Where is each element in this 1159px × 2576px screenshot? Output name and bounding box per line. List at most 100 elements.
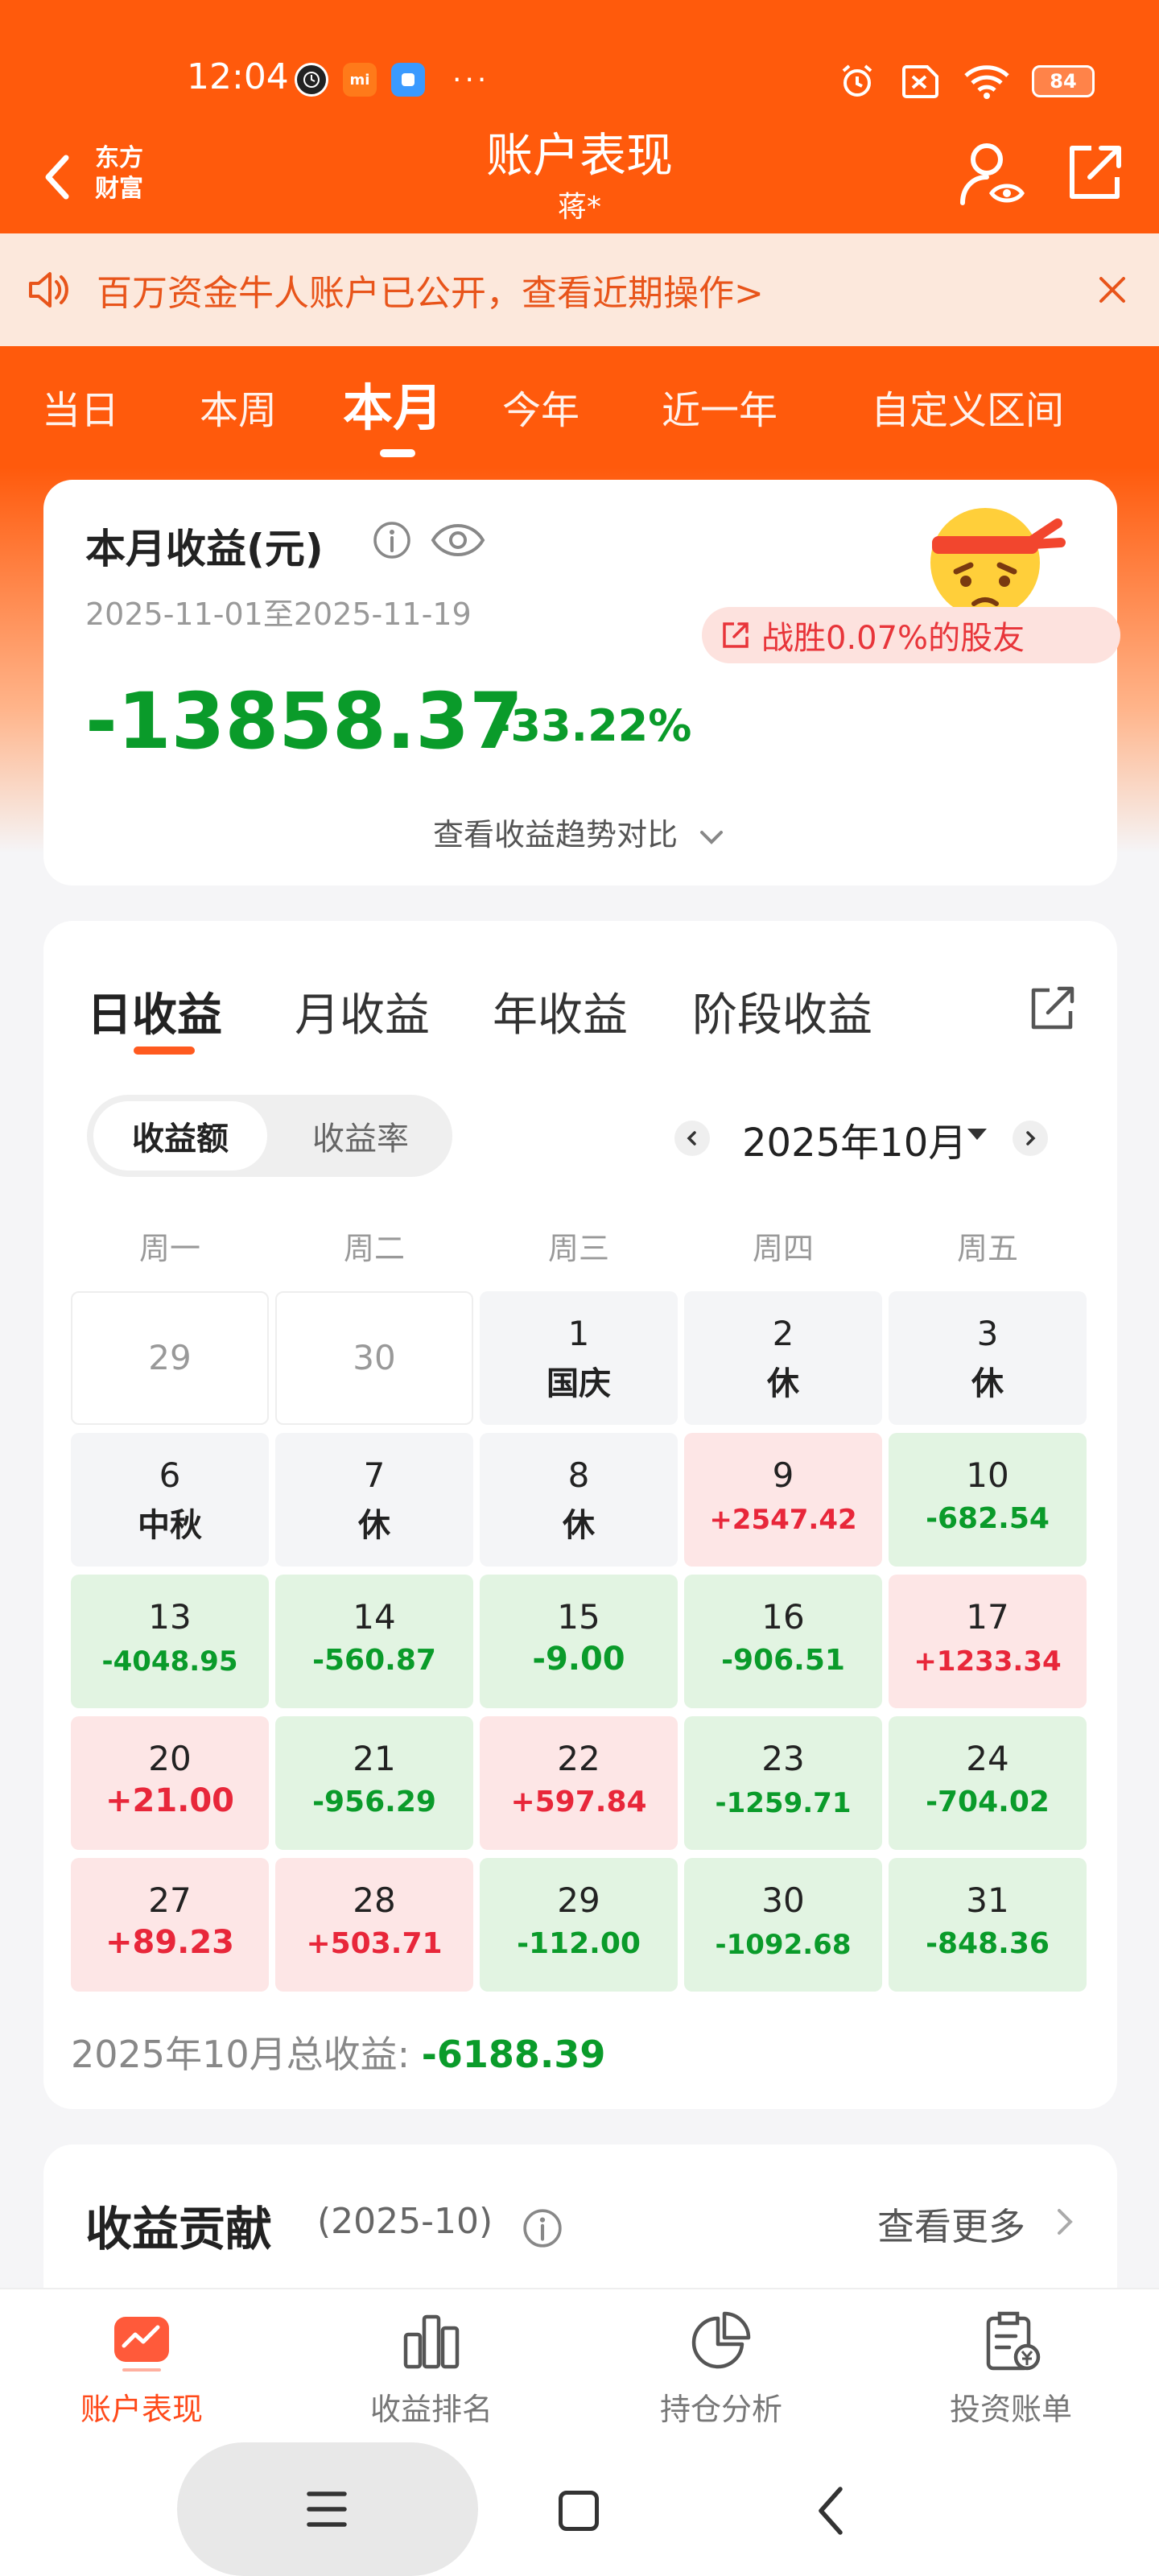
calendar-day-number: 7 (363, 1455, 386, 1495)
menu-icon[interactable] (304, 2487, 349, 2531)
share-icon[interactable] (1062, 140, 1127, 204)
nav-profit-ranking[interactable]: 收益排名 (327, 2307, 536, 2429)
calendar-day-number: 21 (353, 1739, 396, 1778)
caret-down-icon[interactable] (967, 1129, 987, 1140)
nav-label-position-analysis: 持仓分析 (659, 2392, 782, 2427)
nav-account-performance[interactable]: 账户表现 (37, 2307, 246, 2429)
calendar-day-value: 休 (767, 1365, 799, 1402)
share-small-icon (723, 622, 749, 648)
calendar-day-value: +503.71 (306, 1927, 443, 1960)
tab-today[interactable]: 当日 (42, 378, 119, 435)
tab-monthly-profit[interactable]: 月收益 (295, 979, 430, 1044)
status-right-icons: 84 (837, 61, 1095, 101)
home-icon[interactable] (559, 2491, 599, 2531)
eye-icon[interactable] (430, 518, 486, 562)
chevron-left-icon (687, 1131, 696, 1146)
calendar-day-cell[interactable]: 6 中秋 (71, 1433, 269, 1567)
info-icon[interactable] (522, 2207, 563, 2249)
nav-investment-statement[interactable]: 投资账单 (906, 2307, 1116, 2429)
calendar-day-number: 22 (557, 1739, 600, 1778)
compare-trend-label: 查看收益趋势对比 (432, 817, 678, 852)
month-selector[interactable]: 2025年10月 (742, 1111, 967, 1167)
calendar-day-cell[interactable]: 2休 (684, 1291, 882, 1425)
calendar-day-cell[interactable]: 16 -906.51 (684, 1575, 882, 1708)
tab-this-week[interactable]: 本周 (200, 378, 277, 435)
tab-this-year[interactable]: 今年 (502, 378, 580, 435)
notice-banner[interactable]: 百万资金牛人账户已公开，查看近期操作> (0, 233, 1159, 346)
wifi-icon (964, 65, 1009, 99)
calendar-day-cell[interactable]: 10 -682.54 (889, 1433, 1087, 1567)
calendar-day-cell[interactable]: 23 -1259.71 (684, 1716, 882, 1850)
prev-month-button[interactable] (674, 1121, 710, 1156)
calendar-day-cell[interactable]: 28 +503.71 (275, 1858, 473, 1992)
monthly-total-value: -6188.39 (421, 2033, 606, 2076)
calendar-day-cell[interactable]: 21 -956.29 (275, 1716, 473, 1850)
calendar-day-value: +2547.42 (709, 1504, 857, 1536)
calendar-day-cell[interactable]: 30 -1092.68 (684, 1858, 882, 1992)
calendar-day-cell[interactable]: 20 +21.00 (71, 1716, 269, 1850)
system-navigation-bar (0, 2442, 1159, 2576)
user-view-icon[interactable] (956, 137, 1029, 209)
calendar-day-number: 28 (353, 1880, 396, 1920)
calendar-day-value: -560.87 (312, 1644, 436, 1677)
no-sim-icon (902, 65, 938, 98)
calendar-day-value: -9.00 (532, 1641, 625, 1678)
status-time: 12:04 (187, 56, 289, 97)
calendar-day-cell[interactable]: 15 -9.00 (480, 1575, 678, 1708)
calendar-day-number: 30 (353, 1338, 396, 1377)
rank-badge[interactable]: 战胜0.07%的股友 (702, 607, 1120, 663)
blue-app-icon (391, 63, 425, 97)
contribution-period: (2025-10) (317, 2201, 493, 2242)
calendar-day-cell[interactable]: 24 -704.02 (889, 1716, 1087, 1850)
tab-daily-profit[interactable]: 日收益 (87, 979, 222, 1044)
alarm-icon (842, 64, 872, 97)
performance-chart-icon (114, 2317, 169, 2372)
close-icon[interactable] (1088, 266, 1136, 314)
tab-custom-range[interactable]: 自定义区间 (871, 378, 1064, 435)
calendar-day-cell[interactable]: 7休 (275, 1433, 473, 1567)
calendar-day-value: -1259.71 (715, 1787, 852, 1819)
calendar-day-cell[interactable]: 13 -4048.95 (71, 1575, 269, 1708)
nav-position-analysis[interactable]: 持仓分析 (617, 2307, 826, 2429)
toggle-amount[interactable]: 收益额 (93, 1101, 267, 1170)
amount-rate-toggle[interactable]: 收益额 收益率 (87, 1095, 452, 1177)
next-month-button[interactable] (1013, 1121, 1048, 1156)
calendar-day-number: 10 (966, 1455, 1009, 1495)
calendar-day-cell: 30 (275, 1291, 473, 1425)
calendar-day-cell[interactable]: 9 +2547.42 (684, 1433, 882, 1567)
calendar-day-cell[interactable]: 17 +1233.34 (889, 1575, 1087, 1708)
calendar-day-cell[interactable]: 14 -560.87 (275, 1575, 473, 1708)
daily-profit-card: 日收益 月收益 年收益 阶段收益 收益额 收益率 2025年10月 周一 周二 … (43, 921, 1117, 2109)
calendar-day-number: 17 (966, 1597, 1009, 1637)
calendar-day-number: 16 (761, 1597, 805, 1637)
notice-text[interactable]: 百万资金牛人账户已公开，查看近期操作> (97, 264, 764, 316)
calendar-day-cell[interactable]: 31 -848.36 (889, 1858, 1087, 1992)
calendar-day-cell[interactable]: 29 -112.00 (480, 1858, 678, 1992)
calendar-day-value: +21.00 (105, 1782, 235, 1819)
calendar-day-value: 中秋 (138, 1507, 202, 1544)
view-more-link[interactable]: 查看更多 (877, 2198, 1025, 2251)
info-icon[interactable] (372, 520, 412, 560)
calendar-day-cell[interactable]: 27 +89.23 (71, 1858, 269, 1992)
calendar-day-cell[interactable]: 22 +597.84 (480, 1716, 678, 1850)
calendar-day-number: 31 (966, 1880, 1009, 1920)
tab-this-month[interactable]: 本月 (343, 367, 443, 440)
share-icon[interactable] (1027, 982, 1079, 1034)
chevron-right-icon[interactable] (1053, 2206, 1077, 2238)
system-back-icon[interactable] (815, 2483, 847, 2539)
bar-chart-icon (403, 2314, 460, 2369)
calendar-day-cell[interactable]: 8休 (480, 1433, 678, 1567)
tab-period-profit[interactable]: 阶段收益 (692, 979, 872, 1044)
nav-label-account-performance: 账户表现 (80, 2392, 203, 2427)
tab-last-year[interactable]: 近一年 (662, 378, 777, 435)
mi-app-icon: mi (343, 63, 377, 97)
tab-yearly-profit[interactable]: 年收益 (493, 979, 628, 1044)
compare-trend-link[interactable]: 查看收益趋势对比 (43, 810, 1117, 854)
calendar-day-cell: 29 (71, 1291, 269, 1425)
monthly-profit-amount: -13858.37 (85, 676, 523, 766)
calendar-day-cell[interactable]: 3休 (889, 1291, 1087, 1425)
calendar-day-number: 20 (148, 1739, 192, 1778)
calendar-day-cell[interactable]: 1 国庆 (480, 1291, 678, 1425)
calendar-day-value: +89.23 (105, 1924, 235, 1961)
toggle-rate[interactable]: 收益率 (275, 1101, 446, 1170)
